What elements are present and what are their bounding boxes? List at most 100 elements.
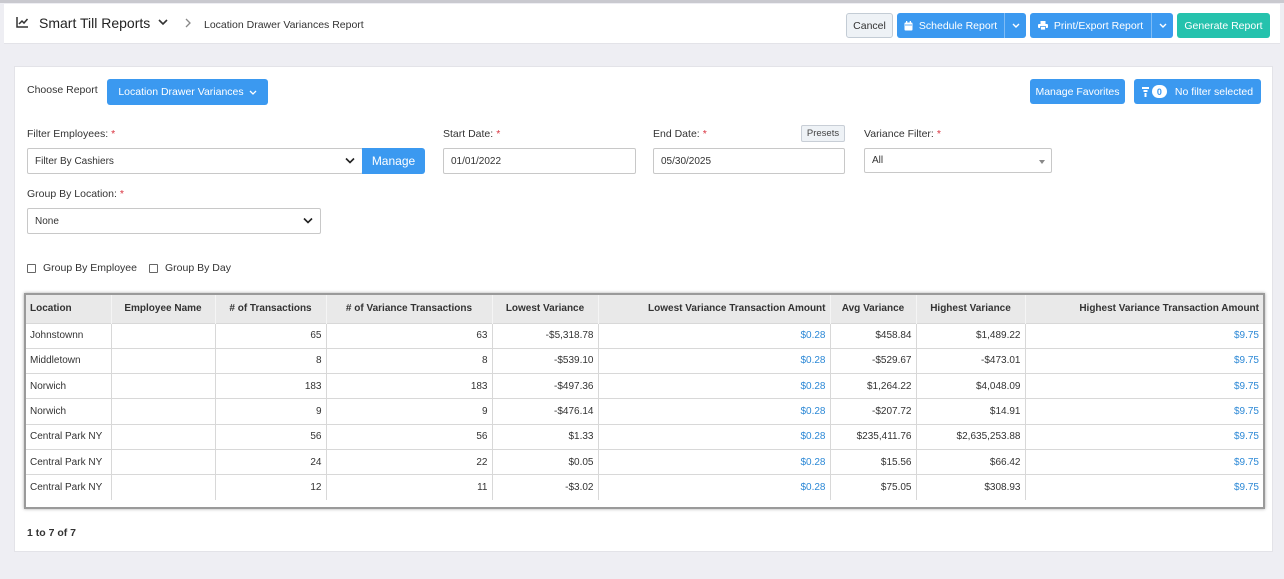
group-by-employee-checkbox[interactable]: Group By Employee	[27, 262, 137, 274]
generate-report-button[interactable]: Generate Report	[1177, 13, 1270, 38]
cell-highest-variance: $14.91	[915, 398, 1025, 425]
checkbox-box[interactable]	[149, 263, 158, 273]
cell-location: Middletown	[26, 347, 111, 374]
cell-highest-variance: $1,489.22	[915, 322, 1025, 349]
chevron-down-icon[interactable]	[1151, 13, 1173, 38]
chevron-right-icon	[185, 18, 192, 31]
cell-highest-variance-amount[interactable]: $9.75	[1024, 448, 1263, 475]
chevron-down-icon	[249, 90, 257, 95]
group-by-day-checkbox[interactable]: Group By Day	[149, 262, 231, 274]
cell-lowest-variance-amount[interactable]: $0.28	[597, 448, 830, 475]
cell-highest-variance-amount[interactable]: $9.75	[1024, 398, 1263, 425]
cell-highest-variance: -$473.01	[915, 347, 1025, 374]
cell-avg-variance: $235,411.76	[829, 423, 916, 450]
presets-button[interactable]: Presets	[801, 125, 845, 142]
column-header-variance-transactions[interactable]: # of Variance Transactions	[325, 295, 492, 323]
cell-lowest-variance: $0.05	[491, 448, 598, 475]
cell-highest-variance-amount[interactable]: $9.75	[1024, 322, 1263, 349]
start-date-input[interactable]: 01/01/2022	[443, 148, 636, 174]
app-title: Smart Till Reports	[39, 15, 151, 31]
cell-variance-transactions: 22	[325, 448, 492, 475]
cell-variance-transactions: 63	[325, 322, 492, 349]
column-header-lowest-variance-amount[interactable]: Lowest Variance Transaction Amount	[597, 295, 830, 323]
cell-lowest-variance-amount[interactable]: $0.28	[597, 347, 830, 374]
report-selected-label: Location Drawer Variances	[118, 86, 244, 98]
cell-avg-variance: $15.56	[829, 448, 916, 475]
cell-lowest-variance-amount[interactable]: $0.28	[597, 474, 830, 501]
cell-highest-variance-amount[interactable]: $9.75	[1024, 373, 1263, 399]
print-export-button[interactable]: Print/Export Report	[1030, 13, 1173, 38]
calendar-icon	[904, 20, 913, 31]
column-header-employee-name[interactable]: Employee Name	[110, 295, 215, 323]
report-panel: Choose Report Location Drawer Variances …	[14, 66, 1273, 552]
filter-employees-select[interactable]: Filter By Cashiers	[27, 148, 363, 174]
variance-filter-label: Variance Filter: *	[864, 128, 941, 140]
checkbox-box[interactable]	[27, 263, 36, 273]
column-header-avg-variance[interactable]: Avg Variance	[829, 295, 916, 323]
breadcrumb: Location Drawer Variances Report	[204, 19, 364, 31]
cell-lowest-variance: -$3.02	[491, 474, 598, 501]
end-date-input[interactable]: 05/30/2025	[653, 148, 845, 174]
cell-transactions: 8	[214, 347, 326, 374]
column-header-lowest-variance[interactable]: Lowest Variance	[491, 295, 598, 323]
cancel-button[interactable]: Cancel	[846, 13, 893, 38]
cell-transactions: 24	[214, 448, 326, 475]
cell-avg-variance: -$529.67	[829, 347, 916, 374]
table-row: Middletown 8 8 -$539.10 $0.28 -$529.67 -$473.0…	[26, 347, 1263, 374]
filter-icon	[1141, 86, 1149, 97]
cell-employee-name	[110, 423, 215, 450]
manage-favorites-button[interactable]: Manage Favorites	[1030, 79, 1125, 104]
table-row: Central Park NY 24 22 $0.05 $0.28 $15.56 $66.4…	[26, 448, 1263, 475]
variance-filter-value: All	[872, 155, 884, 166]
cell-employee-name	[110, 474, 215, 501]
cell-location: Norwich	[26, 373, 111, 399]
schedule-report-button[interactable]: Schedule Report	[897, 13, 1026, 38]
cell-highest-variance-amount[interactable]: $9.75	[1024, 423, 1263, 450]
cell-lowest-variance-amount[interactable]: $0.28	[597, 398, 830, 425]
cell-highest-variance: $66.42	[915, 448, 1025, 475]
results-table: Location Employee Name # of Transactions…	[26, 295, 1263, 501]
cell-lowest-variance: -$5,318.78	[491, 322, 598, 349]
column-header-highest-variance[interactable]: Highest Variance	[915, 295, 1025, 323]
chevron-down-icon[interactable]	[1004, 13, 1026, 38]
cell-variance-transactions: 183	[325, 373, 492, 399]
cell-avg-variance: -$207.72	[829, 398, 916, 425]
group-by-location-select[interactable]: None	[27, 208, 321, 234]
group-by-location-value: None	[35, 215, 59, 227]
column-header-highest-variance-amount[interactable]: Highest Variance Transaction Amount	[1024, 295, 1263, 323]
filter-status-button[interactable]: 0 No filter selected	[1134, 79, 1261, 104]
cell-lowest-variance: -$476.14	[491, 398, 598, 425]
column-header-transactions[interactable]: # of Transactions	[214, 295, 326, 323]
manage-button[interactable]: Manage	[362, 148, 425, 174]
cell-highest-variance-amount[interactable]: $9.75	[1024, 347, 1263, 374]
cell-lowest-variance: -$497.36	[491, 373, 598, 399]
cell-lowest-variance-amount[interactable]: $0.28	[597, 423, 830, 450]
end-date-value: 05/30/2025	[661, 155, 712, 167]
table-header-row: Location Employee Name # of Transactions…	[26, 295, 1263, 323]
cell-location: Norwich	[26, 398, 111, 425]
cell-location: Central Park NY	[26, 423, 111, 450]
cell-transactions: 9	[214, 398, 326, 425]
cell-lowest-variance-amount[interactable]: $0.28	[597, 373, 830, 399]
start-date-label: Start Date: *	[443, 128, 501, 140]
cell-transactions: 12	[214, 474, 326, 501]
cell-location: Johnstownn	[26, 322, 111, 349]
caret-down-icon	[1039, 160, 1045, 164]
group-by-location-label: Group By Location: *	[27, 188, 124, 200]
cell-highest-variance: $4,048.09	[915, 373, 1025, 399]
column-header-location[interactable]: Location	[26, 295, 111, 323]
cell-variance-transactions: 11	[325, 474, 492, 501]
variance-filter-select[interactable]: All	[864, 148, 1052, 173]
cell-location: Central Park NY	[26, 448, 111, 475]
cell-lowest-variance-amount[interactable]: $0.28	[597, 322, 830, 349]
choose-report-label: Choose Report	[27, 84, 98, 96]
app-switcher[interactable]: Smart Till Reports	[16, 15, 168, 31]
filter-employees-value: Filter By Cashiers	[35, 155, 114, 167]
cell-highest-variance-amount[interactable]: $9.75	[1024, 474, 1263, 501]
cell-lowest-variance: -$539.10	[491, 347, 598, 374]
report-select-button[interactable]: Location Drawer Variances	[107, 79, 268, 105]
pagination-summary: 1 to 7 of 7	[27, 527, 77, 539]
chevron-down-icon[interactable]	[158, 17, 168, 29]
cell-employee-name	[110, 448, 215, 475]
cell-highest-variance: $308.93	[915, 474, 1025, 501]
